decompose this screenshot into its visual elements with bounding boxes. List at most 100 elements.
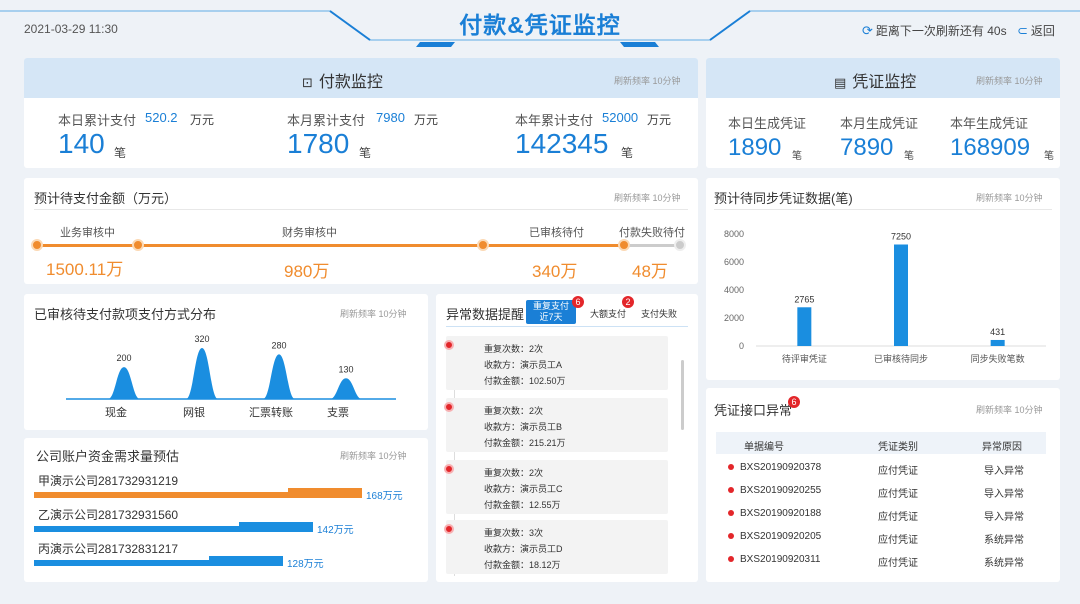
voucher-monitor-title: ▤ 凭证监控 [834, 74, 917, 91]
refresh-frequency: 刷新频率 10分钟 [976, 405, 1043, 415]
y-tick-label: 2000 [724, 313, 744, 323]
error-dot-icon [728, 533, 734, 540]
stage-value: 980万 [284, 262, 330, 281]
anomaly-count: 重复次数：2次 [484, 344, 544, 354]
anomaly-panel: 异常数据提醒 重复支付 近7天 6 大额支付 2 支付失败 重复次数：2次 收款方… [436, 294, 698, 582]
data-label: 130 [338, 364, 353, 374]
stat-sub-unit: 万元 [414, 113, 439, 127]
payment-method-chart: 200 现金 320 网银 280 汇票转账 130 支票 [66, 334, 396, 419]
tab-payment-failed[interactable]: 支付失败 [641, 307, 677, 320]
table-cell: BXS20190920188 [728, 508, 821, 519]
fund-demand-panel: 公司账户资金需求量预估 刷新频率 10分钟 甲演示公司281732931219 1… [24, 438, 428, 582]
anomaly-item[interactable]: 重复次数：2次 收款方：演示员工C 付款金额：12.55万 [444, 460, 668, 514]
stat-label: 本年累计支付 [515, 113, 594, 128]
back-arrow-icon: ⊂ [1017, 22, 1028, 38]
anomaly-amount: 付款金额：12.55万 [484, 500, 561, 510]
y-tick-label: 8000 [724, 229, 744, 239]
data-label: 200 [116, 353, 131, 363]
scrollbar[interactable] [681, 360, 684, 430]
table-cell: 导入异常 [984, 466, 1024, 477]
anomaly-count: 重复次数：3次 [484, 528, 544, 538]
payment-monitor-panel: ⊡ 付款监控 刷新频率 10分钟 本日累计支付 520.2 万元 140 笔 本月… [24, 58, 698, 168]
column-header: 单据编号 [744, 442, 784, 453]
tab-badge: 2 [622, 296, 634, 308]
stage-label: 业务审核中 [60, 227, 115, 239]
stage-dot [132, 239, 144, 251]
bar [894, 244, 908, 346]
stage-dot [477, 239, 489, 251]
company-name: 甲演示公司281732931219 [38, 474, 179, 488]
stage-dot [31, 239, 43, 251]
anomaly-item[interactable]: 重复次数：3次 收款方：演示员工D 付款金额：18.12万 [444, 520, 668, 574]
tab-repeat-payment[interactable]: 重复支付 近7天 [526, 300, 576, 324]
anomaly-amount: 付款金额：215.21万 [484, 438, 566, 448]
payment-method-panel: 已审核待支付款项支付方式分布 刷新频率 10分钟 200 现金 320 网银 280 汇票… [24, 294, 428, 430]
table-row[interactable]: BXS20190920378 应付凭证 导入异常 [716, 462, 1046, 480]
stat-label: 本月生成凭证 [840, 116, 919, 131]
stat-sub-value: 52000 [602, 110, 639, 125]
stat-label: 本日生成凭证 [728, 116, 807, 131]
stat-label: 本日累计支付 [58, 113, 137, 128]
tab-label: 重复支付 [532, 301, 569, 311]
refresh-frequency: 刷新频率 10分钟 [976, 76, 1043, 86]
x-tick-label: 同步失败笔数 [971, 353, 1025, 364]
data-label: 431 [990, 327, 1005, 337]
back-button[interactable]: ⊂ 返回 [1017, 22, 1055, 39]
refresh-countdown[interactable]: ⟳ 距离下一次刷新还有 40s [862, 22, 1007, 39]
x-tick-label: 现金 [105, 405, 127, 419]
stage-dot-end [674, 239, 686, 251]
stat-unit: 笔 [114, 146, 127, 160]
area-peak [263, 354, 295, 399]
table-row[interactable]: BXS20190920255 应付凭证 导入异常 [716, 485, 1046, 503]
divider [714, 209, 1052, 210]
table-cell: 应付凭证 [878, 558, 918, 569]
fund-value: 142万元 [317, 525, 354, 536]
voucher-interface-error-panel: 凭证接口异常 6 刷新频率 10分钟 单据编号 凭证类别 异常原因 BXS201… [706, 388, 1060, 582]
table-cell: 应付凭证 [878, 535, 918, 546]
table-row[interactable]: BXS20190920311 应付凭证 系统异常 [716, 554, 1046, 572]
tab-sub: 近7天 [539, 312, 563, 322]
anomaly-amount: 付款金额：102.50万 [484, 376, 566, 386]
table-cell: BXS20190920255 [728, 485, 821, 496]
table-cell: 导入异常 [984, 489, 1024, 500]
data-label: 7250 [891, 232, 911, 242]
table-cell: 应付凭证 [878, 512, 918, 523]
tab-large-payment[interactable]: 大额支付 [590, 307, 626, 320]
data-label: 320 [194, 334, 209, 344]
anomaly-item[interactable]: 重复次数：2次 收款方：演示员工B 付款金额：215.21万 [444, 398, 668, 452]
refresh-icon: ⟳ [862, 22, 873, 38]
alert-dot-icon [444, 402, 454, 412]
stat-unit: 笔 [621, 146, 634, 160]
table-row[interactable]: BXS20190920205 应付凭证 系统异常 [716, 531, 1046, 549]
error-dot-icon [728, 464, 734, 471]
stat-value: 1890 [728, 134, 782, 161]
error-dot-icon [728, 556, 734, 563]
stat-label: 本年生成凭证 [950, 116, 1029, 131]
y-tick-label: 6000 [724, 257, 744, 267]
table-row[interactable]: BXS20190920188 应付凭证 导入异常 [716, 508, 1046, 526]
refresh-frequency: 刷新频率 10分钟 [340, 309, 407, 319]
stat-unit: 笔 [904, 151, 914, 162]
column-header: 凭证类别 [878, 442, 918, 453]
fund-value: 128万元 [287, 559, 324, 570]
stat-value: 168909 [950, 134, 1031, 161]
refresh-text: 距离下一次刷新还有 40s [875, 24, 1007, 38]
bar [990, 339, 1005, 346]
fund-value: 168万元 [366, 491, 403, 502]
y-tick-label: 0 [739, 341, 744, 351]
anomaly-item[interactable]: 重复次数：2次 收款方：演示员工A 付款金额：102.50万 [444, 336, 668, 390]
error-dot-icon [728, 487, 734, 494]
progress-track [37, 244, 624, 247]
x-tick-label: 已审核待同步 [874, 353, 928, 364]
panel-title: 已审核待支付款项支付方式分布 [34, 307, 217, 322]
area-peak [108, 367, 140, 399]
alert-dot-icon [444, 524, 454, 534]
divider [446, 326, 688, 327]
payment-monitor-title: ⊡ 付款监控 [302, 74, 383, 91]
panel-title: 异常数据提醒 [446, 307, 525, 322]
sync-bar-chart: 0 2000 4000 6000 8000 2765 待评审凭证 7250 已审核待同步 431 同… [724, 229, 1046, 364]
stat-unit: 笔 [1044, 151, 1054, 162]
tab-badge: 6 [572, 296, 584, 308]
alert-dot-icon [444, 464, 454, 474]
stage-dot [618, 239, 630, 251]
